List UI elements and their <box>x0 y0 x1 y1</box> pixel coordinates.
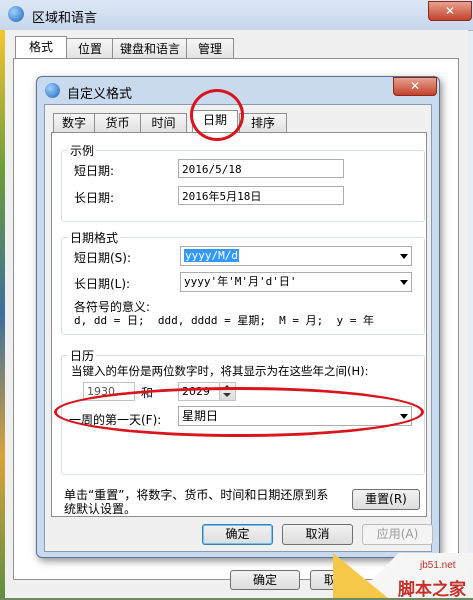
symbols-text: d, dd = 日; ddd, dddd = 星期; M = 月; y = 年 <box>74 314 375 327</box>
outer-tab-admin[interactable]: 管理 <box>186 38 234 59</box>
reset-text-line2: 统默认设置。 <box>64 502 137 516</box>
short-date-label: 短日期(S): <box>74 251 132 265</box>
example-short-value: 2016/5/18 <box>178 159 344 178</box>
outer-tab-format[interactable]: 格式 <box>15 36 67 60</box>
reset-button[interactable]: 重置(R) <box>352 489 420 510</box>
dialog-title: 自定义格式 <box>67 87 133 102</box>
watermark-name: 脚本之家 <box>398 580 466 600</box>
watermark-url: jb51.net <box>420 560 456 571</box>
cancel-button[interactable]: 取消 <box>282 524 353 545</box>
globe-icon <box>45 83 60 98</box>
long-date-label: 长日期(L): <box>74 277 131 291</box>
example-group-label: 示例 <box>68 142 97 159</box>
tab-sort[interactable]: 排序 <box>239 113 287 133</box>
ok-button[interactable]: 确定 <box>202 524 273 545</box>
dialog-close-button[interactable]: ✕ <box>393 77 437 96</box>
annotation-circle-first-day <box>54 387 424 437</box>
outer-ok-button[interactable]: 确定 <box>230 570 300 590</box>
globe-icon <box>8 6 24 22</box>
calendar-group-label: 日历 <box>68 347 97 364</box>
apply-button[interactable]: 应用(A) <box>362 524 433 545</box>
tab-number[interactable]: 数字 <box>53 113 95 133</box>
outer-close-button[interactable]: ✕ <box>428 1 472 21</box>
example-long-label: 长日期: <box>74 191 115 205</box>
outer-tab-location[interactable]: 位置 <box>66 38 114 59</box>
long-date-combo[interactable]: yyyy'年'M'月'd'日' <box>180 272 412 292</box>
outer-window-title: 区域和语言 <box>32 11 98 26</box>
outer-tab-keyboard[interactable]: 键盘和语言 <box>112 38 188 59</box>
annotation-circle-date-tab <box>190 89 244 141</box>
two-digit-year-text: 当键入的年份是两位数字时，将其显示为在这些年之间(H): <box>71 364 369 378</box>
page-fold-icon <box>333 553 388 598</box>
chevron-down-icon[interactable] <box>400 280 408 285</box>
long-date-value: yyyy'年'M'月'd'日' <box>184 275 297 288</box>
tab-time[interactable]: 时间 <box>140 113 187 133</box>
date-format-group-label: 日期格式 <box>68 229 121 246</box>
example-short-label: 短日期: <box>74 164 115 178</box>
short-date-combo[interactable]: yyyy/M/d <box>180 246 412 266</box>
short-date-value: yyyy/M/d <box>184 249 239 262</box>
example-long-value: 2016年5月18日 <box>178 186 344 205</box>
custom-format-dialog: 自定义格式 ✕ 数字 货币 时间 日期 排序 示例 短日期: 2016/5/18… <box>36 76 440 558</box>
tab-currency[interactable]: 货币 <box>94 113 141 133</box>
chevron-down-icon[interactable] <box>400 254 408 259</box>
